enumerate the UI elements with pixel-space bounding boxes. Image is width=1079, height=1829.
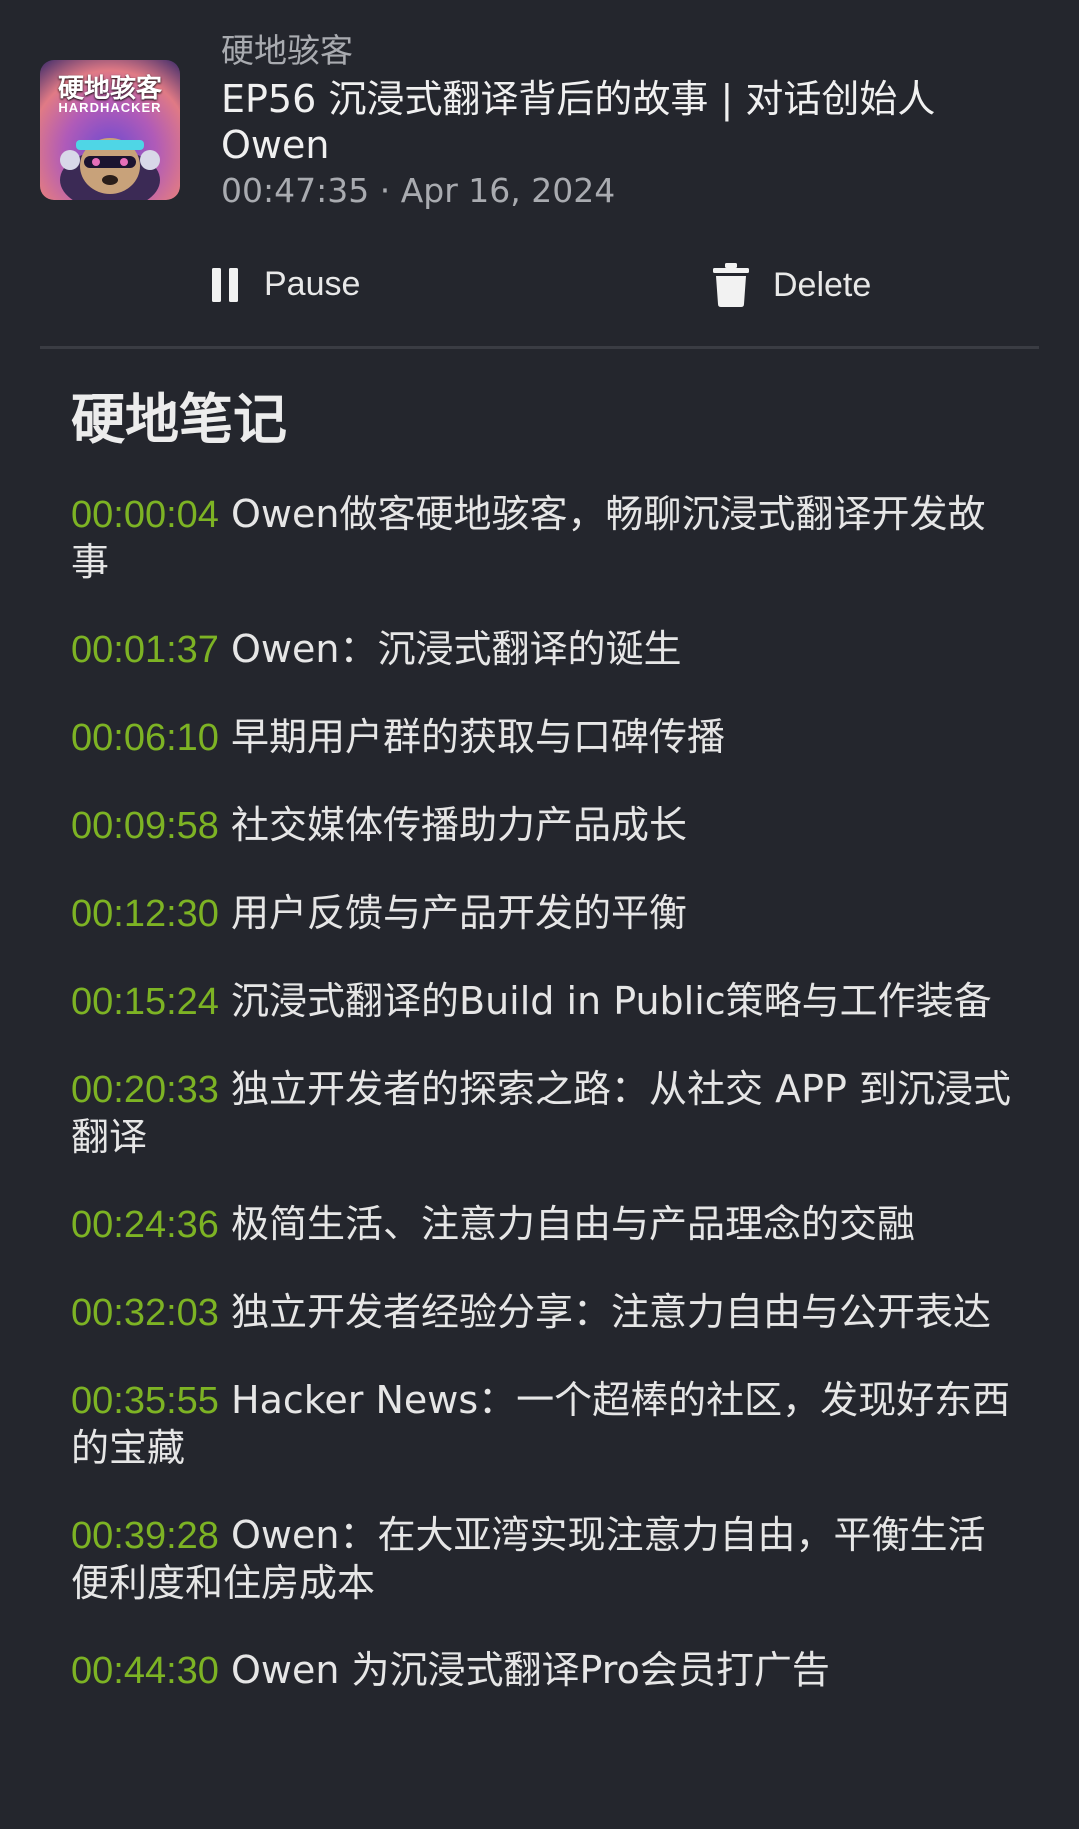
chapter-timestamp[interactable]: 00:06:10 bbox=[71, 717, 219, 759]
chapter-text: 极简生活、注意力自由与产品理念的交融 bbox=[231, 1202, 916, 1246]
notes-title: 硬地笔记 bbox=[71, 388, 287, 451]
episode-duration: 00:47:35 bbox=[221, 171, 370, 210]
cover-title-en: HARDHACKER bbox=[58, 100, 162, 115]
episode-date: Apr 16, 2024 bbox=[400, 171, 616, 210]
chapter-text: 沉浸式翻译的Build in Public策略与工作装备 bbox=[231, 979, 992, 1023]
chapter-timestamp[interactable]: 00:09:58 bbox=[71, 805, 219, 847]
episode-meta: 硬地骇客 EP56 沉浸式翻译背后的故事 | 对话创始人 Owen 00:47:… bbox=[221, 30, 1021, 212]
pause-icon bbox=[212, 267, 238, 302]
chapter-item: 00:06:10 早期用户群的获取与口碑传播 bbox=[71, 714, 1011, 762]
podcast-cover-image[interactable]: 硬地骇客 HARDHACKER bbox=[40, 60, 180, 200]
chapter-timestamp[interactable]: 00:01:37 bbox=[71, 629, 219, 671]
meta-separator: · bbox=[369, 171, 401, 210]
chapter-item: 00:24:36 极简生活、注意力自由与产品理念的交融 bbox=[71, 1201, 1011, 1249]
delete-label: Delete bbox=[773, 265, 872, 304]
chapter-text: Owen 为沉浸式翻译Pro会员打广告 bbox=[231, 1648, 830, 1692]
chapter-item: 00:09:58 社交媒体传播助力产品成长 bbox=[71, 802, 1011, 850]
episode-actions: Pause Delete bbox=[0, 255, 1079, 325]
pause-button[interactable]: Pause bbox=[210, 265, 360, 304]
chapter-item: 00:35:55 Hacker News：一个超棒的社区，发现好东西的宝藏 bbox=[71, 1377, 1011, 1472]
chapter-timestamp[interactable]: 00:24:36 bbox=[71, 1204, 219, 1246]
dog-illustration bbox=[60, 138, 160, 200]
chapter-timestamp[interactable]: 00:35:55 bbox=[71, 1380, 219, 1422]
chapter-timestamp[interactable]: 00:15:24 bbox=[71, 981, 219, 1023]
show-notes: 硬地笔记 00:00:04 Owen做客硬地骇客，畅聊沉浸式翻译开发故事 00:… bbox=[71, 385, 1011, 1735]
chapter-timestamp[interactable]: 00:44:30 bbox=[71, 1650, 219, 1692]
chapter-item: 00:20:33 独立开发者的探索之路：从社交 APP 到沉浸式翻译 bbox=[71, 1066, 1011, 1161]
chapter-item: 00:15:24 沉浸式翻译的Build in Public策略与工作装备 bbox=[71, 978, 1011, 1026]
pause-label: Pause bbox=[264, 265, 361, 303]
chapter-item: 00:01:37 Owen：沉浸式翻译的诞生 bbox=[71, 626, 1011, 674]
episode-title: EP56 沉浸式翻译背后的故事 | 对话创始人 Owen bbox=[221, 77, 936, 167]
chapter-timestamp[interactable]: 00:20:33 bbox=[71, 1069, 219, 1111]
divider bbox=[40, 346, 1039, 349]
chapter-timestamp[interactable]: 00:12:30 bbox=[71, 893, 219, 935]
chapter-item: 00:44:30 Owen 为沉浸式翻译Pro会员打广告 bbox=[71, 1647, 1011, 1695]
chapter-item: 00:00:04 Owen做客硬地骇客，畅聊沉浸式翻译开发故事 bbox=[71, 491, 1011, 586]
chapter-item: 00:39:28 Owen：在大亚湾实现注意力自由，平衡生活便利度和住房成本 bbox=[71, 1512, 1011, 1607]
delete-button[interactable]: Delete bbox=[713, 263, 871, 307]
chapter-text: 独立开发者经验分享：注意力自由与公开表达 bbox=[231, 1290, 992, 1334]
podcast-name[interactable]: 硬地骇客 bbox=[221, 30, 1021, 72]
episode-duration-date: 00:47:35 · Apr 16, 2024 bbox=[221, 170, 1021, 212]
episode-header: 硬地骇客 HARDHACKER 硬地骇客 EP56 沉浸式翻译背后的故事 | 对… bbox=[40, 30, 1040, 230]
chapter-timestamp[interactable]: 00:00:04 bbox=[71, 494, 219, 536]
chapter-item: 00:32:03 独立开发者经验分享：注意力自由与公开表达 bbox=[71, 1289, 1011, 1337]
chapter-text: 早期用户群的获取与口碑传播 bbox=[231, 715, 726, 759]
chapter-text: 用户反馈与产品开发的平衡 bbox=[231, 891, 688, 935]
chapter-item: 00:12:30 用户反馈与产品开发的平衡 bbox=[71, 890, 1011, 938]
chapter-text: Owen：沉浸式翻译的诞生 bbox=[231, 627, 682, 671]
chapter-timestamp[interactable]: 00:32:03 bbox=[71, 1292, 219, 1334]
chapter-text: 社交媒体传播助力产品成长 bbox=[231, 803, 688, 847]
trash-icon bbox=[713, 263, 749, 307]
chapter-timestamp[interactable]: 00:39:28 bbox=[71, 1515, 219, 1557]
